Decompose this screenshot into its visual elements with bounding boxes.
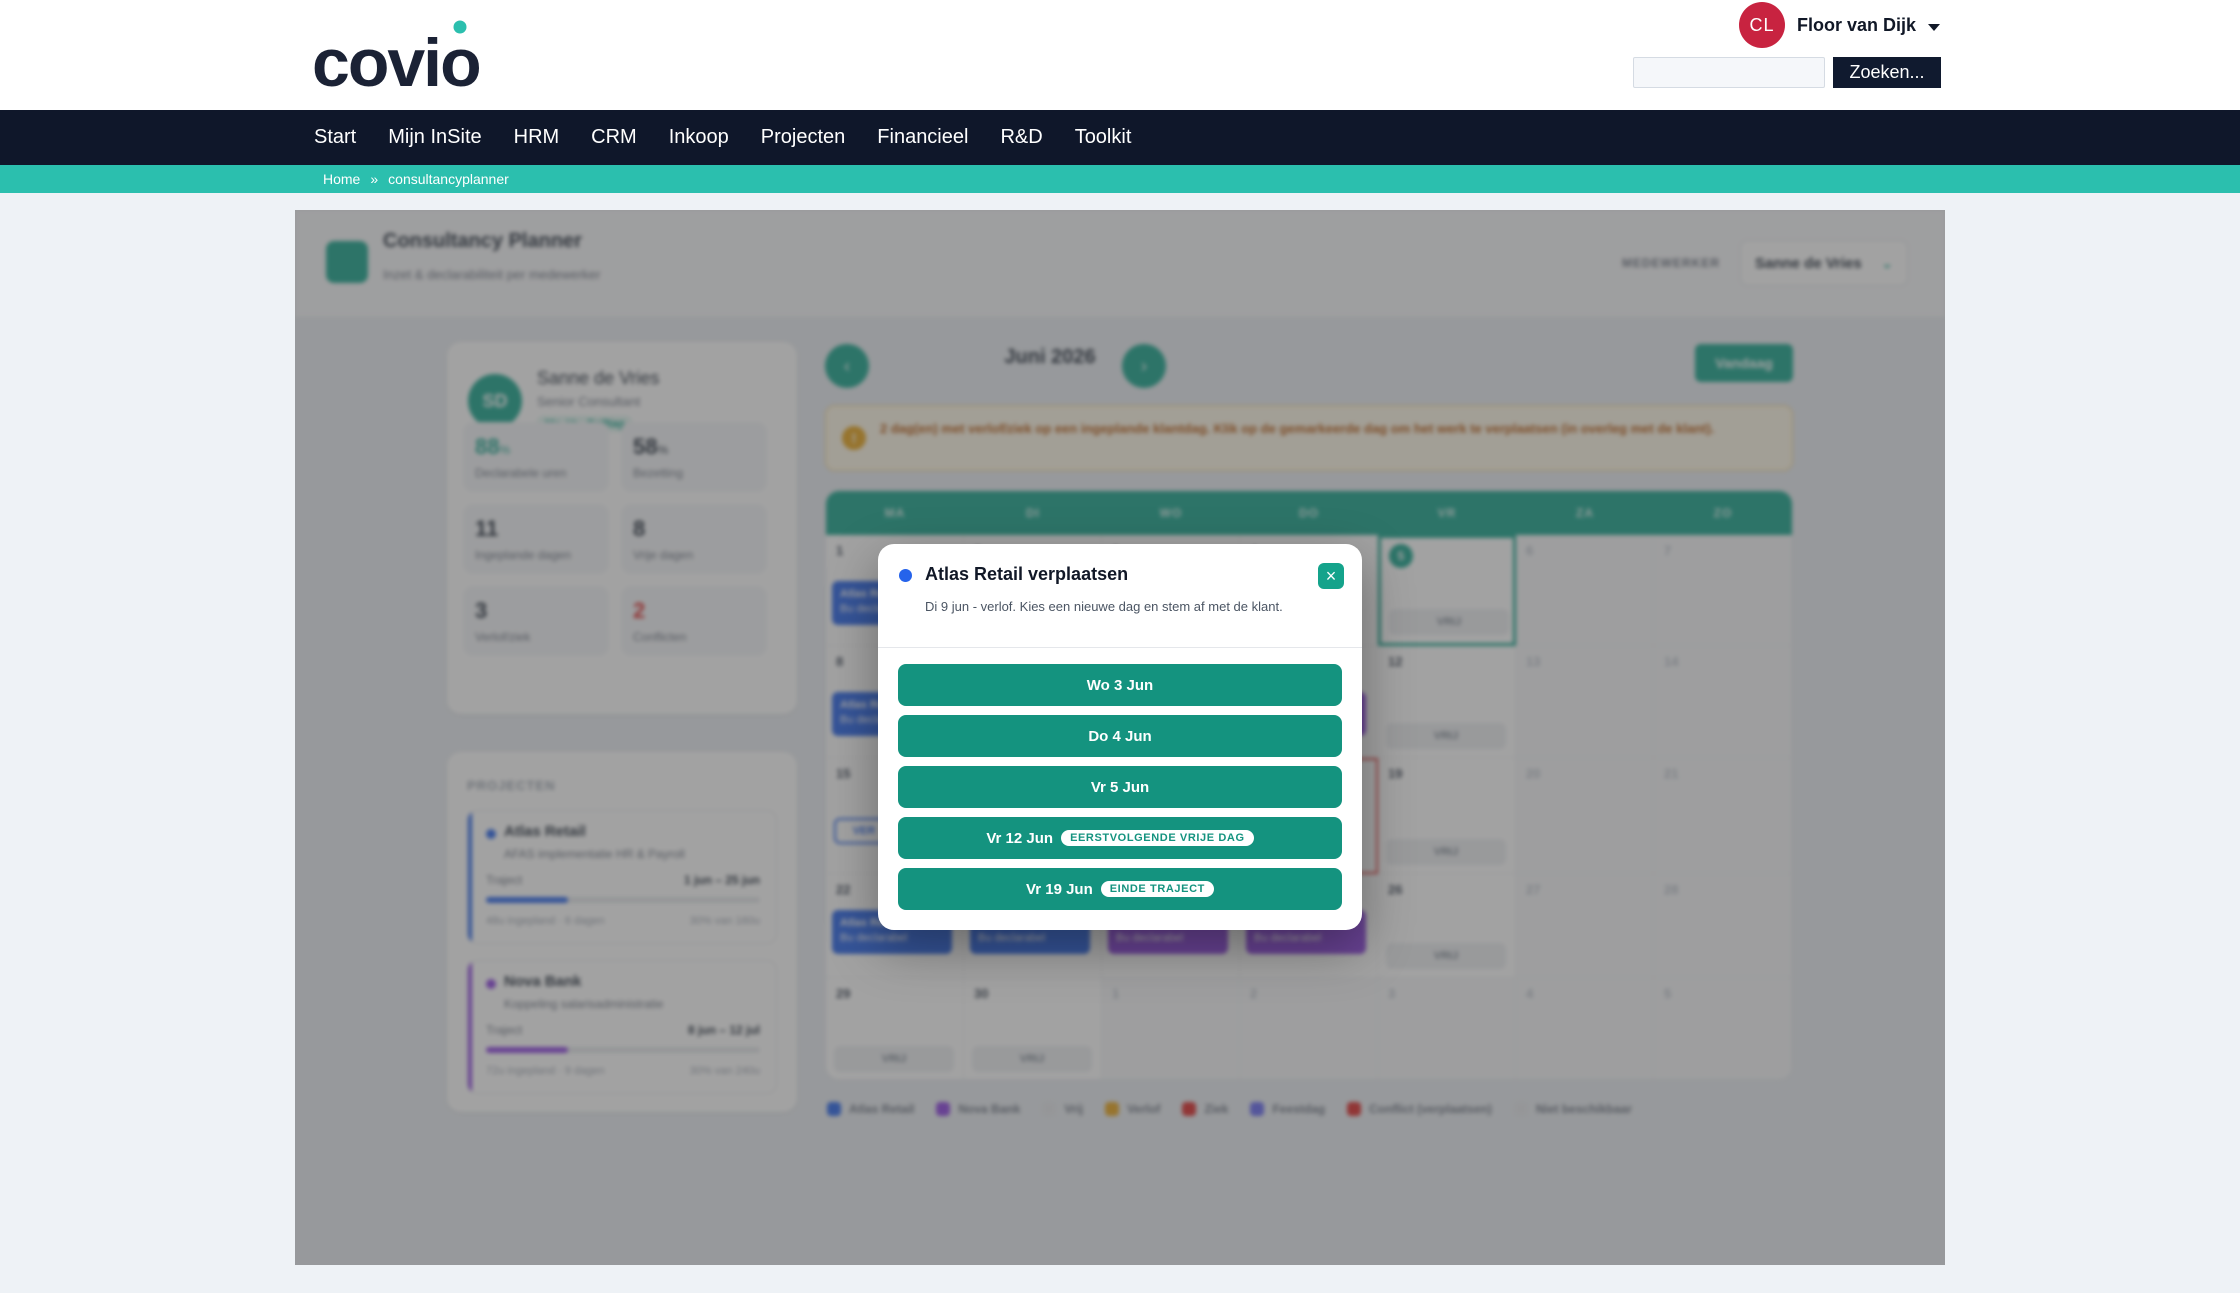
option-tag: EERSTVOLGENDE VRIJE DAG (1061, 830, 1254, 846)
close-icon[interactable]: × (1318, 563, 1344, 589)
user-name: Floor van Dijk (1796, 14, 1916, 35)
project-color-dot (899, 569, 912, 582)
search-button[interactable]: Zoeken... (1833, 57, 1941, 88)
option-date-label: Vr 5 Jun (1090, 778, 1150, 796)
nav-item-start[interactable]: Start (298, 126, 372, 149)
reschedule-option-button[interactable]: Wo 3 Jun (898, 664, 1342, 706)
modal-subtitle: Di 9 jun - verlof. Kies een nieuwe dag e… (925, 599, 1283, 614)
breadcrumb-home[interactable]: Home (323, 171, 360, 187)
site-header: covio CL Floor van Dijk Zoeken... (0, 0, 2240, 110)
reschedule-option-button[interactable]: Vr 12 Jun EERSTVOLGENDE VRIJE DAG (898, 817, 1342, 859)
nav-item-projecten[interactable]: Projecten (745, 126, 862, 149)
modal-title: Atlas Retail verplaatsen (925, 564, 1129, 584)
option-tag: EINDE TRAJECT (1100, 881, 1214, 897)
reschedule-option-button[interactable]: Do 4 Jun (898, 715, 1342, 757)
reschedule-option-button[interactable]: Vr 19 Jun EINDE TRAJECT (898, 868, 1342, 910)
option-date-label: Vr 12 Jun (986, 829, 1054, 847)
covio-logo[interactable]: covio (312, 18, 522, 92)
option-date-label: Do 4 Jun (1088, 727, 1152, 745)
modal-divider (878, 647, 1362, 648)
caret-down-icon (1928, 23, 1940, 31)
nav-item-crm[interactable]: CRM (575, 126, 653, 149)
breadcrumb-separator: » (370, 171, 379, 187)
breadcrumb: Home » consultancyplanner (0, 165, 2240, 193)
svg-text:covio: covio (312, 25, 480, 92)
nav-item-inkoop[interactable]: Inkoop (653, 126, 745, 149)
nav-item-r-d[interactable]: R&D (984, 126, 1058, 149)
nav-item-toolkit[interactable]: Toolkit (1059, 126, 1148, 149)
search-input[interactable] (1633, 57, 1825, 88)
user-menu[interactable]: CL Floor van Dijk (1738, 2, 1940, 48)
breadcrumb-current[interactable]: consultancyplanner (388, 171, 509, 187)
reschedule-modal: Atlas Retail verplaatsen Di 9 jun - verl… (878, 544, 1362, 930)
nav-item-financieel[interactable]: Financieel (861, 126, 984, 149)
option-date-label: Wo 3 Jun (1086, 676, 1154, 694)
main-navigation: Start Mijn InSite HRM CRM Inkoop Projecten Fin… (0, 110, 2240, 165)
reschedule-option-button[interactable]: Vr 5 Jun (898, 766, 1342, 808)
nav-item-hrm[interactable]: HRM (498, 126, 576, 149)
user-avatar: CL (1738, 2, 1785, 48)
nav-item-mijn-insite[interactable]: Mijn InSite (372, 126, 497, 149)
option-date-label: Vr 19 Jun (1026, 880, 1093, 898)
